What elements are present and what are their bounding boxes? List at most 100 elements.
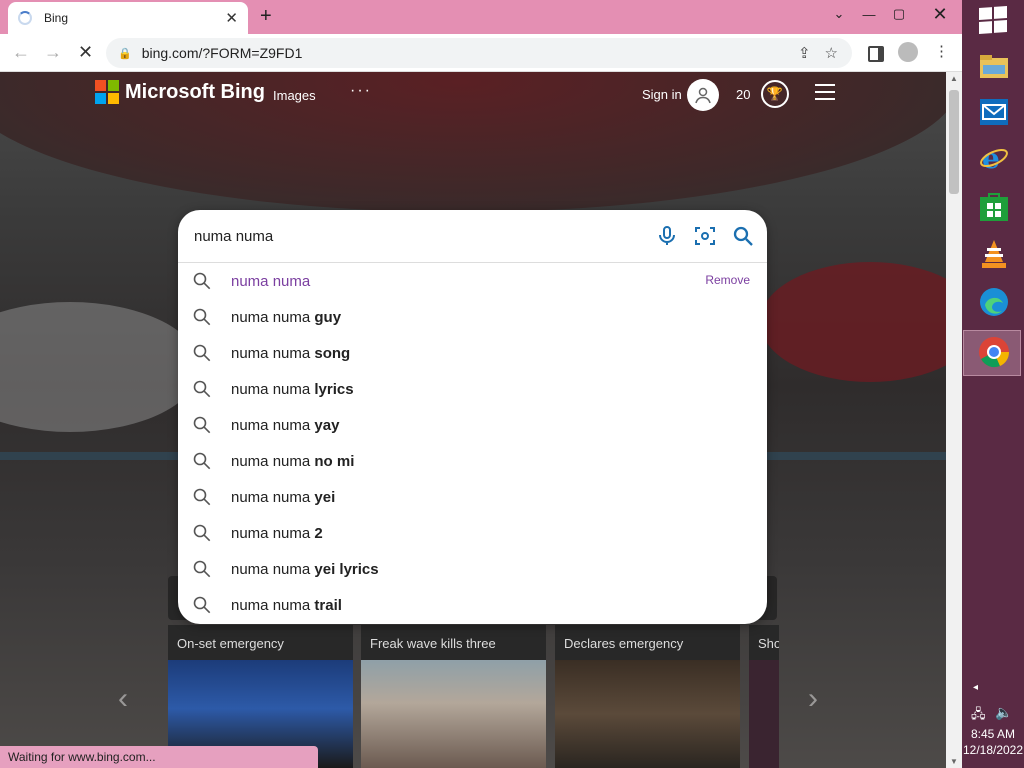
suggestion-item[interactable]: numa numa trail bbox=[178, 587, 767, 623]
stop-loading-button[interactable]: ✕ bbox=[78, 42, 93, 62]
tab-strip: Bing ✕ + ⌄ — ▢ ✕ bbox=[0, 0, 962, 34]
suggestion-item[interactable]: numa numa song bbox=[178, 335, 767, 371]
clock-time: 8:45 AM bbox=[970, 727, 1016, 741]
edge-icon[interactable] bbox=[978, 286, 1010, 318]
loading-spinner-icon bbox=[18, 11, 32, 25]
search-icon bbox=[193, 416, 211, 434]
bing-homepage: Microsoft Bing Images ··· Sign in 20 🏆 O… bbox=[0, 72, 946, 768]
side-panel-icon[interactable] bbox=[868, 46, 884, 62]
remove-history-link[interactable]: Remove bbox=[705, 273, 750, 287]
suggestion-item[interactable]: numa numa yei lyrics bbox=[178, 551, 767, 587]
minimize-button[interactable]: — bbox=[856, 0, 882, 28]
profile-avatar[interactable] bbox=[898, 42, 918, 62]
user-avatar-icon[interactable] bbox=[687, 79, 719, 111]
search-icon[interactable] bbox=[729, 222, 757, 250]
url-text[interactable]: bing.com/?FORM=Z9FD1 bbox=[142, 45, 798, 61]
bookmark-star-icon[interactable]: ☆ bbox=[825, 44, 838, 62]
scrollbar-thumb[interactable] bbox=[949, 90, 959, 194]
rewards-points[interactable]: 20 bbox=[736, 87, 750, 102]
carousel-prev-icon[interactable]: ‹ bbox=[118, 682, 128, 716]
news-caption: On-set emergency bbox=[168, 625, 353, 660]
file-explorer-icon[interactable] bbox=[978, 50, 1010, 82]
status-bar: Waiting for www.bing.com... bbox=[0, 746, 318, 768]
suggestion-text: numa numa 2 bbox=[231, 524, 323, 542]
share-icon[interactable]: ⇪ bbox=[798, 44, 811, 62]
search-row: numa numa bbox=[178, 210, 767, 263]
search-icon bbox=[193, 380, 211, 398]
news-image bbox=[555, 660, 740, 768]
close-window-button[interactable]: ✕ bbox=[918, 0, 962, 28]
suggestion-list: numa numa Remove numa numa guy numa numa… bbox=[178, 263, 767, 623]
bing-logo[interactable]: Microsoft Bing bbox=[95, 80, 265, 104]
volume-icon[interactable]: 🔈 bbox=[995, 704, 1012, 721]
suggestion-item[interactable]: numa numa 2 bbox=[178, 515, 767, 551]
back-button[interactable]: ← bbox=[12, 42, 30, 62]
vlc-icon[interactable] bbox=[978, 238, 1010, 270]
suggestion-item[interactable]: numa numa yei bbox=[178, 479, 767, 515]
carousel-next-icon[interactable]: › bbox=[808, 682, 818, 716]
news-caption: Sho bbox=[749, 625, 779, 660]
background-umbrella-left bbox=[0, 302, 200, 432]
news-tile[interactable]: Freak wave kills three bbox=[361, 625, 546, 768]
toolbar: ← → ✕ 🔒 bing.com/?FORM=Z9FD1 ⇪ ☆ ⋮ bbox=[0, 34, 962, 72]
suggestion-text: numa numa lyrics bbox=[231, 380, 354, 398]
suggestion-text: numa numa trail bbox=[231, 596, 342, 614]
news-tile[interactable]: Sho bbox=[749, 625, 779, 768]
scroll-up-icon[interactable]: ▲ bbox=[950, 74, 958, 83]
hamburger-menu-icon[interactable] bbox=[815, 84, 835, 105]
restore-button[interactable]: ▢ bbox=[886, 0, 912, 28]
suggestion-text: numa numa bbox=[231, 272, 311, 290]
search-icon bbox=[193, 272, 211, 290]
search-icon bbox=[193, 596, 211, 614]
news-tile[interactable]: Declares emergency bbox=[555, 625, 740, 768]
start-button-icon[interactable] bbox=[979, 6, 1007, 34]
network-icon[interactable]: 🖧 bbox=[971, 705, 986, 727]
suggestion-text: numa numa song bbox=[231, 344, 351, 362]
tab-close-icon[interactable]: ✕ bbox=[225, 9, 238, 27]
search-icon bbox=[193, 308, 211, 326]
suggestion-item[interactable]: numa numa yay bbox=[178, 407, 767, 443]
chrome-menu-icon[interactable]: ⋮ bbox=[934, 43, 949, 61]
search-box: numa numa numa numa Remove numa numa guy bbox=[178, 210, 767, 624]
tab-title: Bing bbox=[44, 11, 69, 25]
suggestion-text: numa numa yei bbox=[231, 488, 336, 506]
microphone-icon[interactable] bbox=[653, 222, 681, 250]
news-caption: Freak wave kills three bbox=[361, 625, 546, 660]
store-icon[interactable] bbox=[978, 190, 1010, 222]
search-icon bbox=[193, 524, 211, 542]
suggestion-text: numa numa guy bbox=[231, 308, 342, 326]
microsoft-logo-icon bbox=[95, 80, 119, 104]
tab-search-button[interactable]: ⌄ bbox=[826, 0, 852, 28]
search-icon bbox=[193, 560, 211, 578]
suggestion-item[interactable]: numa numa lyrics bbox=[178, 371, 767, 407]
forward-button[interactable]: → bbox=[44, 42, 62, 62]
lock-icon[interactable]: 🔒 bbox=[118, 47, 132, 60]
search-icon bbox=[193, 488, 211, 506]
suggestion-text: numa numa yay bbox=[231, 416, 340, 434]
visual-search-icon[interactable] bbox=[691, 222, 719, 250]
taskbar: e ◂ 🖧 🔈 8:45 AM 12/18/2022 bbox=[962, 0, 1024, 768]
scroll-down-icon[interactable]: ▼ bbox=[950, 757, 958, 766]
brand-name: Microsoft Bing bbox=[125, 80, 265, 103]
more-menu-button[interactable]: ··· bbox=[350, 82, 372, 100]
new-tab-button[interactable]: + bbox=[260, 6, 272, 26]
background-umbrella-right bbox=[760, 262, 946, 382]
news-image bbox=[749, 660, 779, 768]
news-image bbox=[361, 660, 546, 768]
suggestion-item[interactable]: numa numa no mi bbox=[178, 443, 767, 479]
tab-bing[interactable]: Bing ✕ bbox=[8, 2, 248, 34]
rewards-trophy-icon[interactable]: 🏆 bbox=[761, 80, 789, 108]
page-scrollbar[interactable]: ▲ ▼ bbox=[946, 72, 962, 768]
search-input[interactable]: numa numa bbox=[194, 228, 653, 245]
tray-expand-icon[interactable]: ◂ bbox=[973, 682, 978, 693]
address-bar[interactable]: 🔒 bing.com/?FORM=Z9FD1 ⇪ ☆ bbox=[106, 38, 852, 68]
mail-icon[interactable] bbox=[978, 96, 1010, 128]
suggestion-item[interactable]: numa numa guy bbox=[178, 299, 767, 335]
system-clock[interactable]: 8:45 AM 12/18/2022 bbox=[962, 726, 1024, 758]
news-caption: Declares emergency bbox=[555, 625, 740, 660]
suggestion-item[interactable]: numa numa Remove bbox=[178, 263, 767, 299]
images-link[interactable]: Images bbox=[273, 88, 316, 103]
internet-explorer-icon[interactable]: e bbox=[978, 142, 1010, 174]
sign-in-link[interactable]: Sign in bbox=[642, 87, 682, 102]
chrome-icon[interactable] bbox=[978, 336, 1010, 368]
